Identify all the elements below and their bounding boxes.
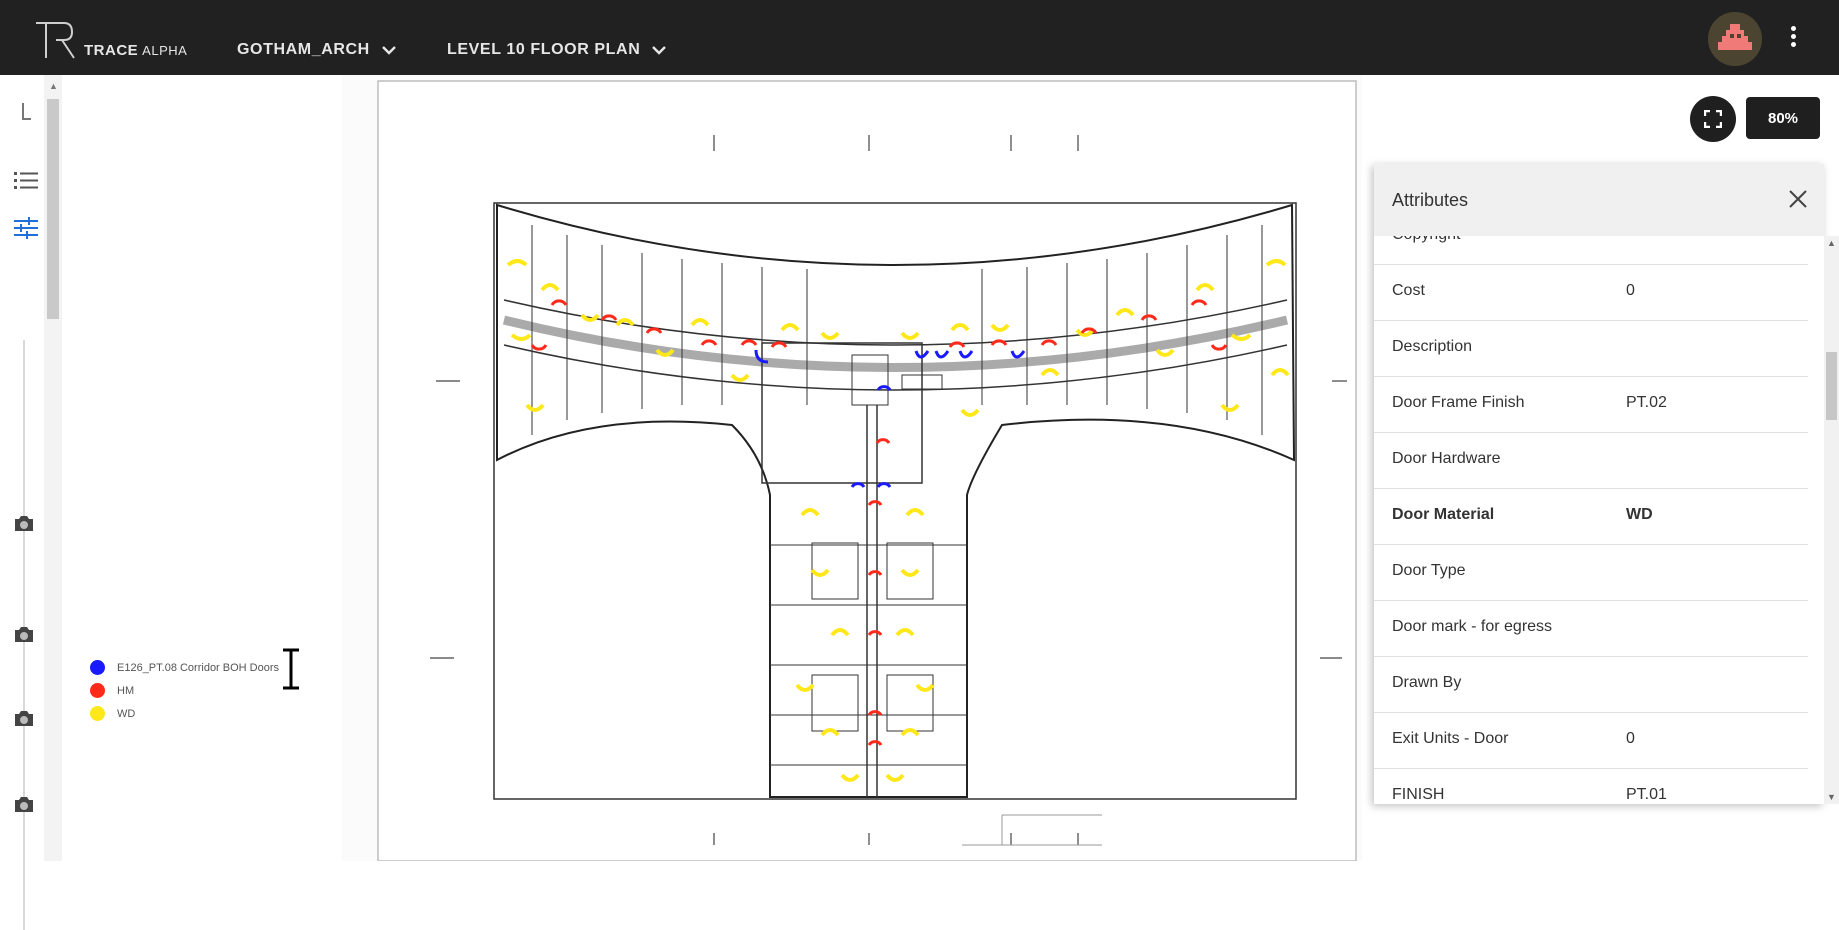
close-icon[interactable] bbox=[1787, 188, 1809, 210]
legend-swatch bbox=[90, 660, 105, 675]
attribute-row[interactable]: Door Type bbox=[1374, 544, 1808, 601]
scroll-thumb[interactable] bbox=[47, 99, 59, 319]
attributes-header: Attributes bbox=[1374, 164, 1824, 236]
legend-label: WD bbox=[117, 707, 136, 720]
avatar[interactable] bbox=[1708, 12, 1762, 66]
floor-plan-canvas[interactable] bbox=[342, 75, 1362, 861]
sliders-icon[interactable] bbox=[13, 215, 39, 241]
legend-swatch bbox=[90, 683, 105, 698]
scroll-up-arrow[interactable]: ▲ bbox=[1827, 238, 1836, 248]
sheet-name: LEVEL 10 FLOOR PLAN bbox=[447, 41, 641, 58]
attribute-key: FINISH bbox=[1392, 786, 1445, 803]
attributes-panel: Attributes Copyright Cost 0 Description … bbox=[1374, 164, 1824, 804]
attribute-value: 0 bbox=[1626, 730, 1635, 747]
legend-swatch bbox=[90, 706, 105, 721]
page-icon[interactable] bbox=[13, 99, 39, 125]
attribute-key: Door Frame Finish bbox=[1392, 394, 1525, 411]
attribute-row[interactable]: Cost 0 bbox=[1374, 264, 1808, 321]
fit-screen-button[interactable] bbox=[1690, 96, 1736, 142]
top-bar: TRACE ALPHA GOTHAM_ARCH LEVEL 10 FLOOR PL… bbox=[0, 0, 1839, 75]
kebab-menu-icon[interactable] bbox=[1788, 26, 1798, 50]
attribute-key: Exit Units - Door bbox=[1392, 730, 1509, 747]
attribute-value: PT.01 bbox=[1626, 786, 1667, 803]
attribute-key: Door Hardware bbox=[1392, 450, 1501, 467]
scroll-down-arrow[interactable]: ▼ bbox=[1827, 792, 1836, 802]
legend-label: E126_PT.08 Corridor BOH Doors bbox=[117, 661, 280, 674]
zoom-level-button[interactable]: 80% bbox=[1746, 97, 1820, 139]
color-legend: E126_PT.08 Corridor BOH Doors HM WD bbox=[76, 656, 301, 806]
attribute-row[interactable]: Door Frame Finish PT.02 bbox=[1374, 376, 1808, 433]
attribute-row[interactable]: Description bbox=[1374, 320, 1808, 377]
legend-item: WD bbox=[76, 702, 301, 725]
sheet-dropdown[interactable]: LEVEL 10 FLOOR PLAN bbox=[447, 41, 667, 59]
attribute-row[interactable]: Door Hardware bbox=[1374, 432, 1808, 489]
brand-name: TRACE bbox=[84, 42, 139, 59]
attribute-value: WD bbox=[1626, 506, 1653, 523]
attributes-list: Copyright Cost 0 Description Door Frame … bbox=[1374, 236, 1808, 804]
scroll-thumb[interactable] bbox=[1826, 352, 1837, 420]
attribute-row-selected[interactable]: Door Material WD bbox=[1374, 488, 1808, 545]
scroll-up-arrow[interactable]: ▲ bbox=[49, 81, 58, 91]
camera-icon[interactable] bbox=[12, 512, 36, 534]
attributes-scrollbar[interactable]: ▲ ▼ bbox=[1824, 236, 1839, 804]
attribute-row[interactable]: Copyright bbox=[1374, 236, 1808, 265]
attribute-key: Door Material bbox=[1392, 506, 1495, 523]
camera-icon[interactable] bbox=[12, 707, 36, 729]
fit-screen-icon bbox=[1704, 110, 1722, 128]
attribute-key: Cost bbox=[1392, 282, 1425, 299]
app-brand[interactable]: TRACE ALPHA bbox=[84, 42, 187, 59]
attribute-key: Description bbox=[1392, 338, 1473, 355]
attribute-value: 0 bbox=[1626, 282, 1635, 299]
attributes-title: Attributes bbox=[1392, 190, 1469, 210]
brand-suffix: ALPHA bbox=[142, 43, 188, 58]
legend-label: HM bbox=[117, 684, 135, 697]
legend-item: E126_PT.08 Corridor BOH Doors bbox=[76, 656, 301, 679]
attribute-key: Door mark - for egress bbox=[1392, 618, 1553, 635]
attribute-value: PT.02 bbox=[1626, 394, 1667, 411]
trace-logo-icon bbox=[36, 22, 75, 59]
attribute-key: Drawn By bbox=[1392, 674, 1462, 691]
camera-icon[interactable] bbox=[12, 793, 36, 815]
attribute-row[interactable]: Door mark - for egress bbox=[1374, 600, 1808, 657]
left-toolbar bbox=[0, 75, 45, 930]
chevron-down-icon bbox=[652, 46, 667, 55]
attribute-key: Copyright bbox=[1392, 236, 1460, 244]
legend-item: HM bbox=[76, 679, 301, 702]
project-name: GOTHAM_ARCH bbox=[237, 41, 370, 58]
left-scrollbar[interactable]: ▲ bbox=[44, 75, 62, 861]
attribute-key: Door Type bbox=[1392, 562, 1466, 579]
attribute-row[interactable]: Exit Units - Door 0 bbox=[1374, 712, 1808, 769]
project-dropdown[interactable]: GOTHAM_ARCH bbox=[237, 41, 396, 59]
camera-icon[interactable] bbox=[12, 623, 36, 645]
text-cursor-icon bbox=[283, 648, 299, 690]
list-icon[interactable] bbox=[13, 167, 39, 193]
floor-plan-drawing bbox=[377, 80, 1357, 861]
attribute-row[interactable]: FINISH PT.01 bbox=[1374, 768, 1808, 804]
attribute-row[interactable]: Drawn By bbox=[1374, 656, 1808, 713]
chevron-down-icon bbox=[381, 46, 396, 55]
